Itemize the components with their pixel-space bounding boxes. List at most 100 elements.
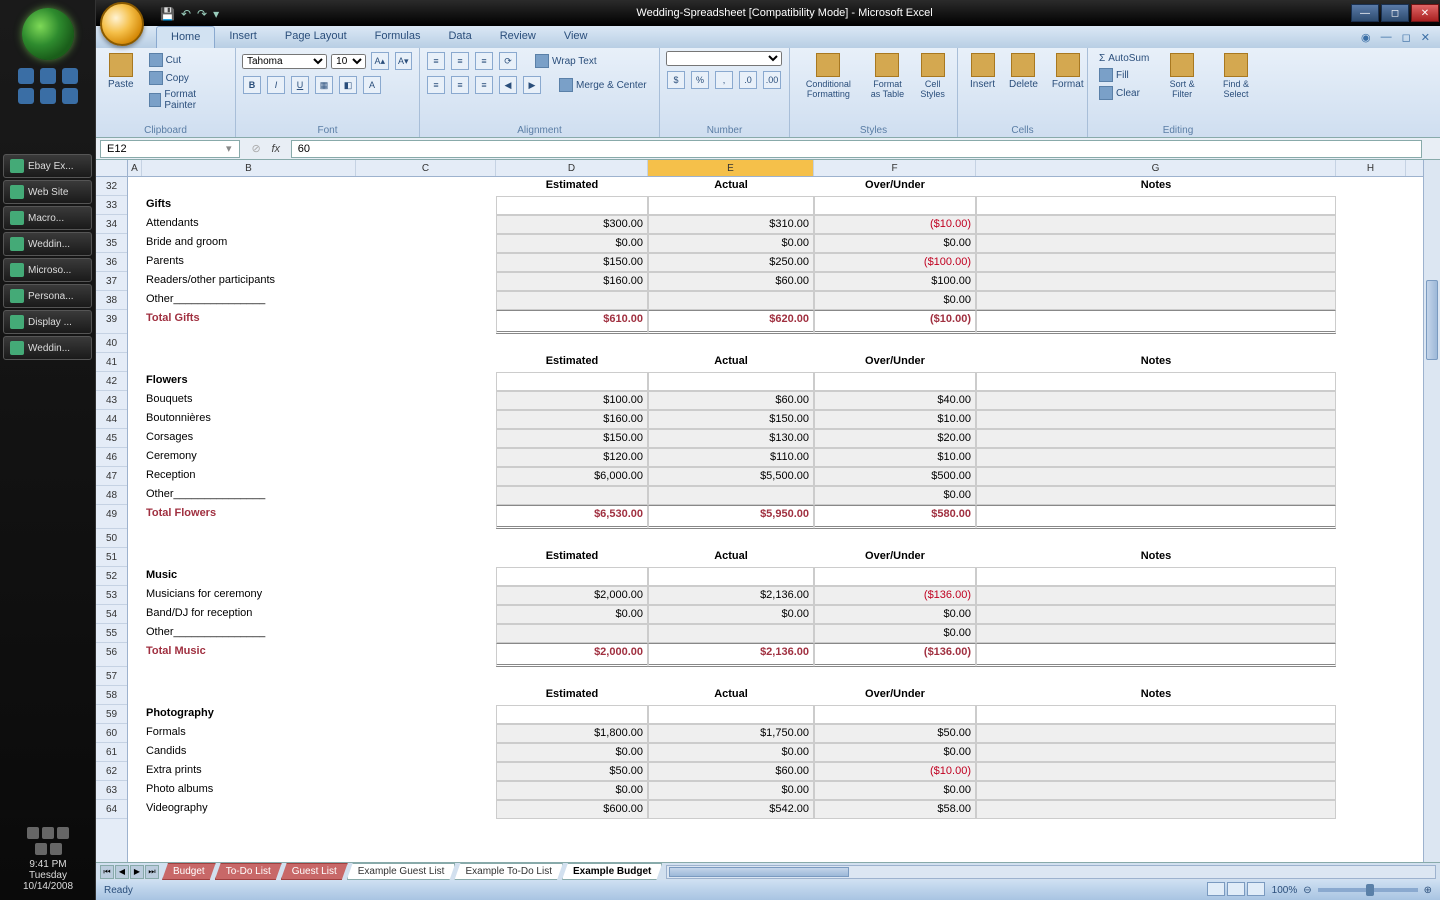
- ribbon-tab-formulas[interactable]: Formulas: [361, 26, 435, 48]
- cell[interactable]: [128, 372, 142, 391]
- cell[interactable]: $6,530.00: [496, 505, 648, 529]
- wrap-text-button[interactable]: Wrap Text: [530, 52, 602, 70]
- cell[interactable]: Musicians for ceremony: [142, 586, 356, 605]
- increase-decimal-button[interactable]: .0: [739, 71, 757, 89]
- cell[interactable]: [128, 448, 142, 467]
- cell[interactable]: [976, 448, 1336, 467]
- cell[interactable]: $0.00: [496, 234, 648, 253]
- sheet-tab[interactable]: To-Do List: [215, 863, 282, 880]
- cell[interactable]: Estimated: [496, 548, 648, 567]
- cell[interactable]: [142, 353, 356, 372]
- cell[interactable]: [356, 667, 496, 686]
- cell[interactable]: [648, 334, 814, 353]
- row-header[interactable]: 32: [96, 177, 127, 196]
- minimize-button[interactable]: —: [1351, 4, 1379, 22]
- align-left-button[interactable]: ≡: [427, 76, 445, 94]
- cell[interactable]: [976, 567, 1336, 586]
- cell[interactable]: $0.00: [814, 234, 976, 253]
- cell[interactable]: [648, 529, 814, 548]
- font-size-select[interactable]: 10: [331, 54, 366, 69]
- cell[interactable]: $60.00: [648, 762, 814, 781]
- cell[interactable]: Estimated: [496, 353, 648, 372]
- cell[interactable]: Actual: [648, 686, 814, 705]
- cell[interactable]: $60.00: [648, 391, 814, 410]
- cell[interactable]: $0.00: [648, 743, 814, 762]
- ribbon-tab-insert[interactable]: Insert: [215, 26, 271, 48]
- cell[interactable]: $0.00: [814, 605, 976, 624]
- taskbar-item[interactable]: Weddin...: [3, 336, 92, 360]
- row-header[interactable]: 37: [96, 272, 127, 291]
- cell[interactable]: [356, 505, 496, 529]
- orientation-button[interactable]: ⟳: [499, 52, 517, 70]
- cell[interactable]: [356, 724, 496, 743]
- cell[interactable]: Extra prints: [142, 762, 356, 781]
- cell[interactable]: [976, 486, 1336, 505]
- cell[interactable]: [976, 586, 1336, 605]
- cell[interactable]: [814, 705, 976, 724]
- ql-icon[interactable]: [18, 68, 34, 84]
- sort-filter-button[interactable]: Sort & Filter: [1158, 51, 1206, 102]
- border-button[interactable]: ▦: [315, 76, 333, 94]
- cell[interactable]: [356, 272, 496, 291]
- cell[interactable]: $0.00: [496, 781, 648, 800]
- shrink-font-button[interactable]: A▾: [395, 52, 412, 70]
- bold-button[interactable]: B: [243, 76, 261, 94]
- cell[interactable]: ($10.00): [814, 762, 976, 781]
- cell[interactable]: [976, 743, 1336, 762]
- cell[interactable]: [356, 234, 496, 253]
- ribbon-tab-home[interactable]: Home: [156, 26, 215, 48]
- name-box[interactable]: E12: [100, 140, 240, 158]
- cell[interactable]: Other_______________: [142, 624, 356, 643]
- cell-styles-button[interactable]: Cell Styles: [914, 51, 951, 101]
- qat-redo-icon[interactable]: ↷: [197, 7, 207, 21]
- cell[interactable]: [976, 291, 1336, 310]
- cell[interactable]: [648, 291, 814, 310]
- help-icon[interactable]: ◉: [1361, 31, 1371, 44]
- column-header[interactable]: E: [648, 160, 814, 176]
- cell[interactable]: Music: [142, 567, 356, 586]
- cell[interactable]: $0.00: [814, 624, 976, 643]
- cell[interactable]: $100.00: [496, 391, 648, 410]
- cell[interactable]: [128, 762, 142, 781]
- cell[interactable]: [356, 196, 496, 215]
- cell[interactable]: [356, 529, 496, 548]
- doc-close-icon[interactable]: ✕: [1421, 31, 1430, 44]
- cell[interactable]: $10.00: [814, 410, 976, 429]
- cell[interactable]: Total Gifts: [142, 310, 356, 334]
- cell[interactable]: [142, 334, 356, 353]
- cell[interactable]: [128, 429, 142, 448]
- cell[interactable]: [648, 196, 814, 215]
- cell[interactable]: [356, 448, 496, 467]
- cell[interactable]: [356, 410, 496, 429]
- cell[interactable]: [356, 372, 496, 391]
- cell[interactable]: $160.00: [496, 272, 648, 291]
- taskbar-item[interactable]: Persona...: [3, 284, 92, 308]
- cell[interactable]: Ceremony: [142, 448, 356, 467]
- formula-input[interactable]: 60: [291, 140, 1422, 158]
- cell[interactable]: [976, 643, 1336, 667]
- align-middle-button[interactable]: ≡: [451, 52, 469, 70]
- cell[interactable]: $40.00: [814, 391, 976, 410]
- cell[interactable]: [976, 272, 1336, 291]
- cell[interactable]: [128, 410, 142, 429]
- comma-button[interactable]: ,: [715, 71, 733, 89]
- cell[interactable]: [814, 372, 976, 391]
- cell[interactable]: $150.00: [648, 410, 814, 429]
- sheet-tab-active[interactable]: Example Budget: [562, 863, 662, 880]
- cell[interactable]: $20.00: [814, 429, 976, 448]
- cell[interactable]: [648, 372, 814, 391]
- cell[interactable]: [648, 567, 814, 586]
- cell[interactable]: Actual: [648, 353, 814, 372]
- cell[interactable]: Parents: [142, 253, 356, 272]
- cell[interactable]: [128, 196, 142, 215]
- cell[interactable]: Over/Under: [814, 177, 976, 196]
- cell[interactable]: Bouquets: [142, 391, 356, 410]
- normal-view-button[interactable]: [1207, 882, 1225, 896]
- cell[interactable]: [128, 253, 142, 272]
- cell[interactable]: [976, 196, 1336, 215]
- cell[interactable]: [356, 781, 496, 800]
- row-header[interactable]: 40: [96, 334, 127, 353]
- cell[interactable]: [496, 705, 648, 724]
- vertical-scrollbar[interactable]: [1423, 160, 1440, 862]
- cell[interactable]: [648, 624, 814, 643]
